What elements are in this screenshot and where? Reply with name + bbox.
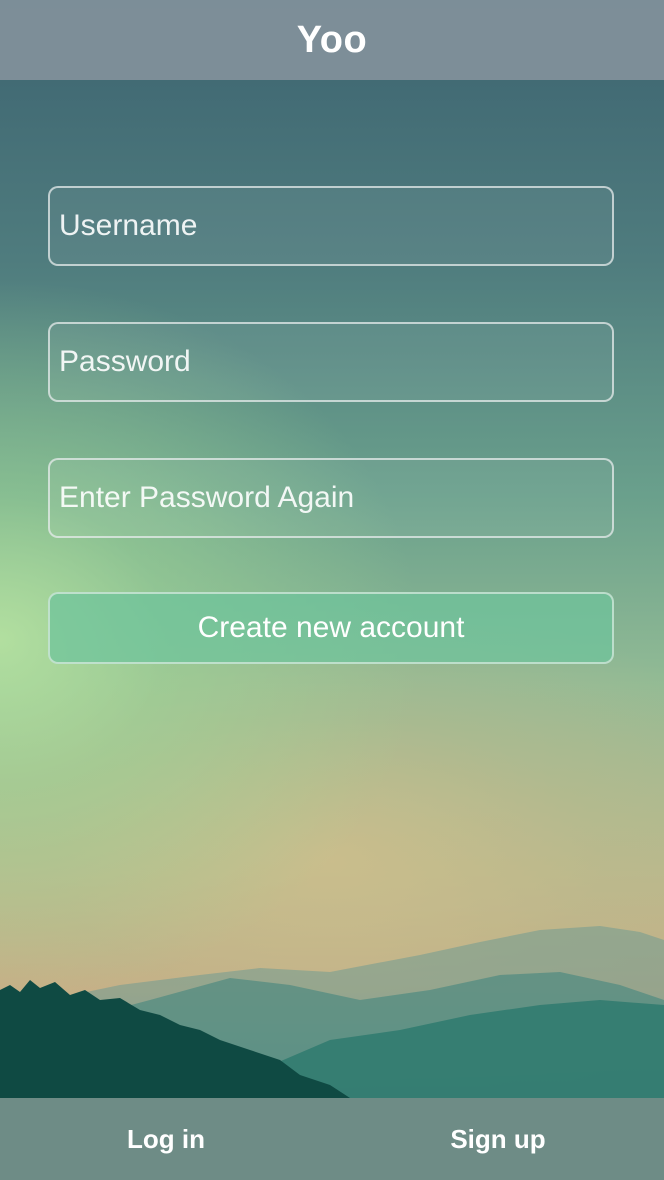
create-account-button[interactable]: Create new account <box>48 592 614 664</box>
confirm-password-field[interactable] <box>48 458 614 538</box>
tab-log-in[interactable]: Log in <box>0 1124 332 1155</box>
password-field[interactable] <box>48 322 614 402</box>
password-input[interactable] <box>59 345 612 379</box>
tab-sign-up[interactable]: Sign up <box>332 1124 664 1155</box>
top-app-bar: Yoo <box>0 0 664 80</box>
signup-form: Create new account <box>48 186 614 664</box>
username-field[interactable] <box>48 186 614 266</box>
username-input[interactable] <box>59 209 612 243</box>
bottom-tab-bar: Log in Sign up <box>0 1098 664 1180</box>
confirm-password-input[interactable] <box>59 481 612 515</box>
app-screen: Yoo Create new account Log in Sign up <box>0 0 664 1180</box>
app-title: Yoo <box>296 18 368 61</box>
